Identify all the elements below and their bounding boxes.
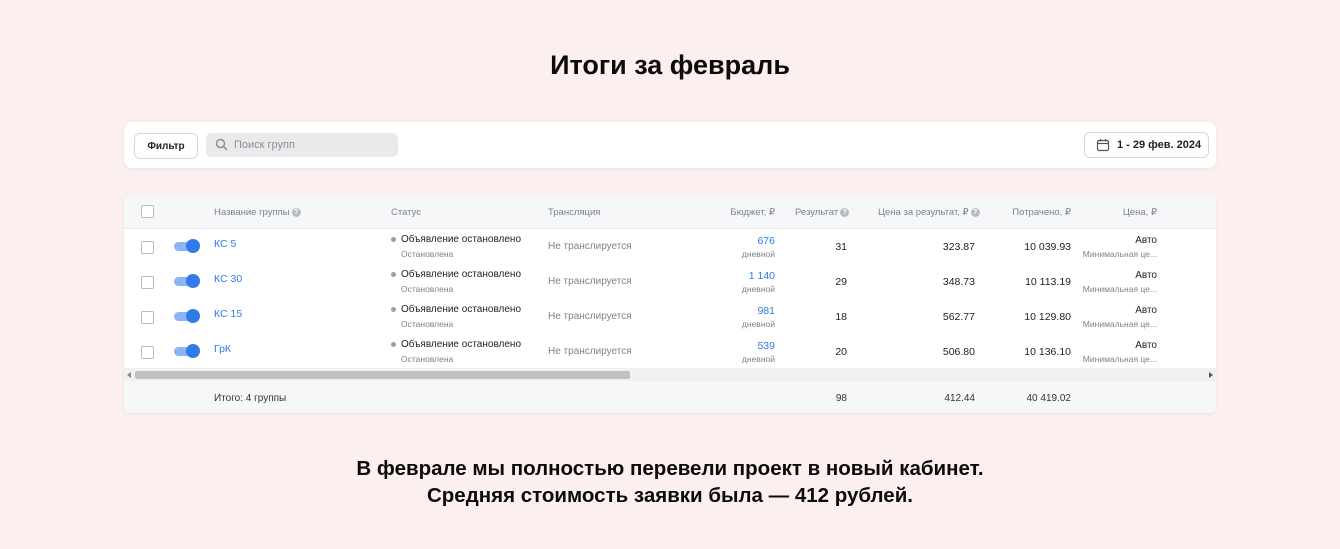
- group-name-link[interactable]: ГрК: [214, 343, 231, 355]
- summary-line-2: Средняя стоимость заявки была — 412 рубл…: [426, 484, 913, 507]
- groups-table: Название группы? Статус Трансляция Бюдже…: [124, 195, 1216, 413]
- budget-value[interactable]: 981: [757, 305, 775, 317]
- scrollbar-thumb[interactable]: [135, 371, 630, 379]
- broadcast-status: Не транслируется: [548, 241, 632, 252]
- price-value: Авто: [1135, 305, 1157, 316]
- date-range-label: 1 - 29 фев. 2024: [1117, 139, 1202, 151]
- toolbar: Фильтр Поиск групп 1 - 29 фев. 2024: [124, 122, 1216, 168]
- row-checkbox[interactable]: [141, 276, 154, 289]
- scroll-left-icon[interactable]: [127, 372, 131, 378]
- table-footer-totals: Итого: 4 группы 98 412.44 40 419.02: [124, 381, 1216, 413]
- help-icon[interactable]: ?: [840, 207, 850, 217]
- result-value: 29: [835, 276, 847, 288]
- result-value: 31: [835, 241, 847, 253]
- price-subtext: Минимальная це...: [1082, 319, 1157, 329]
- scroll-right-icon[interactable]: [1209, 372, 1213, 378]
- spent-value: 10 136.10: [1024, 346, 1071, 358]
- page-title: Итоги за февраль: [550, 50, 790, 80]
- budget-type: дневной: [741, 319, 775, 329]
- header-broadcast[interactable]: Трансляция: [548, 207, 600, 218]
- help-icon[interactable]: ?: [970, 207, 980, 217]
- price-value: Авто: [1135, 270, 1157, 281]
- price-subtext: Минимальная це...: [1082, 284, 1157, 294]
- horizontal-scrollbar[interactable]: [124, 368, 1216, 381]
- price-subtext: Минимальная це...: [1082, 249, 1157, 259]
- cost-per-result-value: 323.87: [942, 241, 975, 253]
- date-range-button[interactable]: 1 - 29 фев. 2024: [1084, 132, 1209, 158]
- totals-label: Итого: 4 группы: [214, 393, 287, 404]
- totals-spent: 40 419.02: [1026, 393, 1072, 404]
- table-row[interactable]: ГрК Объявление остановлено Остановлена Н…: [124, 334, 1216, 370]
- budget-type: дневной: [741, 354, 775, 364]
- broadcast-status: Не транслируется: [548, 276, 632, 287]
- status-dot-icon: [391, 306, 396, 312]
- status-dot-icon: [391, 341, 396, 347]
- table-row[interactable]: КС 5 Объявление остановлено Остановлена …: [124, 229, 1216, 265]
- group-toggle[interactable]: [174, 274, 200, 288]
- table-row[interactable]: КС 15 Объявление остановлено Остановлена…: [124, 299, 1216, 335]
- table-row[interactable]: КС 30 Объявление остановлено Остановлена…: [124, 264, 1216, 300]
- row-checkbox[interactable]: [141, 311, 154, 324]
- totals-cost-per-result: 412.44: [944, 393, 975, 404]
- status-text: Объявление остановлено: [391, 304, 521, 315]
- summary-text: В феврале мы полностью перевели проект в…: [0, 455, 1340, 509]
- help-icon[interactable]: ?: [291, 207, 301, 217]
- budget-value[interactable]: 1 140: [749, 270, 775, 282]
- totals-result: 98: [835, 393, 847, 404]
- status-dot-icon: [391, 271, 396, 277]
- status-subtext: Остановлена: [401, 249, 454, 259]
- status-subtext: Остановлена: [401, 284, 454, 294]
- status-subtext: Остановлена: [401, 354, 454, 364]
- group-toggle[interactable]: [174, 239, 200, 253]
- select-all-checkbox[interactable]: [141, 205, 154, 218]
- row-checkbox[interactable]: [141, 241, 154, 254]
- header-status[interactable]: Статус: [391, 207, 421, 218]
- search-icon: [215, 138, 228, 151]
- budget-type: дневной: [741, 249, 775, 259]
- group-name-link[interactable]: КС 5: [214, 238, 236, 250]
- header-result[interactable]: Результат?: [795, 207, 850, 218]
- search-placeholder: Поиск групп: [234, 139, 295, 151]
- status-text: Объявление остановлено: [391, 234, 521, 245]
- budget-type: дневной: [741, 284, 775, 294]
- calendar-icon: [1096, 139, 1110, 152]
- header-price[interactable]: Цена, ₽: [1123, 207, 1157, 218]
- price-value: Авто: [1135, 340, 1157, 351]
- status-dot-icon: [391, 236, 396, 242]
- budget-value[interactable]: 539: [757, 340, 775, 352]
- header-budget[interactable]: Бюджет, ₽: [730, 207, 775, 218]
- price-subtext: Минимальная це...: [1082, 354, 1157, 364]
- group-name-link[interactable]: КС 15: [214, 308, 242, 320]
- header-cost-per-result[interactable]: Цена за результат, ₽?: [878, 207, 980, 218]
- spent-value: 10 039.93: [1024, 241, 1071, 253]
- group-toggle[interactable]: [174, 344, 200, 358]
- search-input[interactable]: Поиск групп: [206, 133, 398, 157]
- spent-value: 10 113.19: [1025, 276, 1071, 288]
- status-text: Объявление остановлено: [391, 269, 521, 280]
- group-name-link[interactable]: КС 30: [214, 273, 242, 285]
- broadcast-status: Не транслируется: [548, 311, 632, 322]
- result-value: 18: [835, 311, 847, 323]
- cost-per-result-value: 348.73: [942, 276, 975, 288]
- cost-per-result-value: 562.77: [942, 311, 975, 323]
- header-spent[interactable]: Потрачено, ₽: [1012, 207, 1071, 218]
- row-checkbox[interactable]: [141, 346, 154, 359]
- spent-value: 10 129.80: [1024, 311, 1071, 323]
- status-subtext: Остановлена: [401, 319, 454, 329]
- group-toggle[interactable]: [174, 309, 200, 323]
- price-value: Авто: [1135, 235, 1157, 246]
- budget-value[interactable]: 676: [757, 235, 775, 247]
- header-name[interactable]: Название группы?: [214, 207, 301, 218]
- summary-line-1: В феврале мы полностью перевели проект в…: [356, 457, 984, 480]
- status-text: Объявление остановлено: [391, 339, 521, 350]
- broadcast-status: Не транслируется: [548, 346, 632, 357]
- result-value: 20: [835, 346, 847, 358]
- cost-per-result-value: 506.80: [942, 346, 975, 358]
- filter-button[interactable]: Фильтр: [134, 133, 198, 159]
- table-header: Название группы? Статус Трансляция Бюдже…: [124, 195, 1216, 229]
